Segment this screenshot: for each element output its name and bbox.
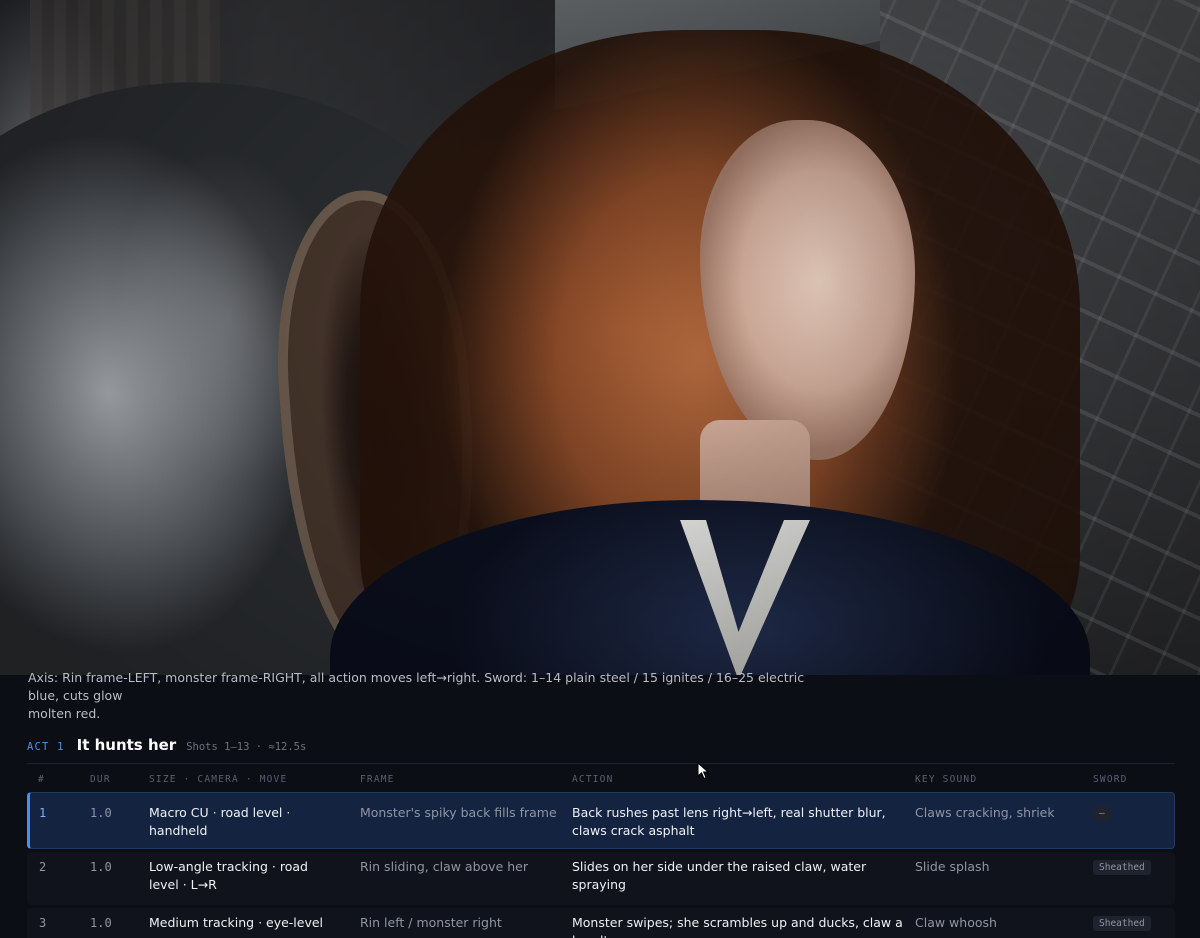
shot-number: 1 xyxy=(39,806,47,820)
shot-duration: 1.0 xyxy=(90,916,112,930)
act-label: ACT 1 xyxy=(27,741,65,753)
shot-duration: 1.0 xyxy=(90,860,112,874)
shot-frame: Rin left / monster right xyxy=(360,915,502,930)
shot-frame: Rin sliding, claw above her xyxy=(360,859,528,874)
shot-number: 3 xyxy=(39,916,47,930)
shot-action: Slides on her side under the raised claw… xyxy=(572,859,867,892)
act-divider xyxy=(27,763,1175,764)
shot-row-3[interactable]: 3 1.0 Medium tracking · eye-level Rin le… xyxy=(27,908,1175,938)
shot-list-panel: Axis: Rin frame-LEFT, monster frame-RIGH… xyxy=(0,670,1200,938)
act-meta: Shots 1–13 · ≈12.5s xyxy=(186,741,307,753)
column-header-frame: FRAME xyxy=(360,774,395,785)
shot-action: Monster swipes; she scrambles up and duc… xyxy=(572,915,903,938)
shot-size-camera: Macro CU · road level · handheld xyxy=(149,805,291,838)
column-header-sword: SWORD xyxy=(1093,774,1128,785)
column-header-size: SIZE · CAMERA · MOVE xyxy=(149,774,288,785)
shot-size-camera: Medium tracking · eye-level xyxy=(149,915,324,930)
mouse-pointer-icon xyxy=(697,762,709,780)
shot-action: Back rushes past lens right→left, real s… xyxy=(572,805,886,838)
column-header-action: ACTION xyxy=(572,774,614,785)
axis-note-line-2: molten red. xyxy=(28,706,101,721)
sword-status-badge: Sheathed xyxy=(1093,860,1151,875)
axis-note: Axis: Rin frame-LEFT, monster frame-RIGH… xyxy=(28,670,818,729)
shot-key-sound: Slide splash xyxy=(915,859,990,874)
shot-duration: 1.0 xyxy=(90,806,112,820)
shot-key-sound: Claw whoosh xyxy=(915,915,997,930)
shot-row-2[interactable]: 2 1.0 Low-angle tracking · road level · … xyxy=(27,852,1175,905)
act-header: ACT 1 It hunts her Shots 1–13 · ≈12.5s xyxy=(27,736,306,756)
column-header-dur: DUR xyxy=(90,774,111,785)
column-header-sound: KEY SOUND xyxy=(915,774,978,785)
axis-note-line-1: Axis: Rin frame-LEFT, monster frame-RIGH… xyxy=(28,670,805,703)
shot-size-camera: Low-angle tracking · road level · L→R xyxy=(149,859,308,892)
hero-frame-image xyxy=(0,0,1200,675)
column-header-num: # xyxy=(38,774,45,785)
shot-row-1[interactable]: 1 1.0 Macro CU · road level · handheld M… xyxy=(27,792,1175,849)
image-vignette xyxy=(0,0,1200,675)
sword-status-badge: Sheathed xyxy=(1093,916,1151,931)
shot-key-sound: Claws cracking, shriek xyxy=(915,805,1055,820)
sword-status-badge: — xyxy=(1093,806,1111,821)
shot-number: 2 xyxy=(39,860,47,874)
act-title: It hunts her xyxy=(76,736,177,754)
shot-frame: Monster's spiky back fills frame xyxy=(360,805,557,820)
